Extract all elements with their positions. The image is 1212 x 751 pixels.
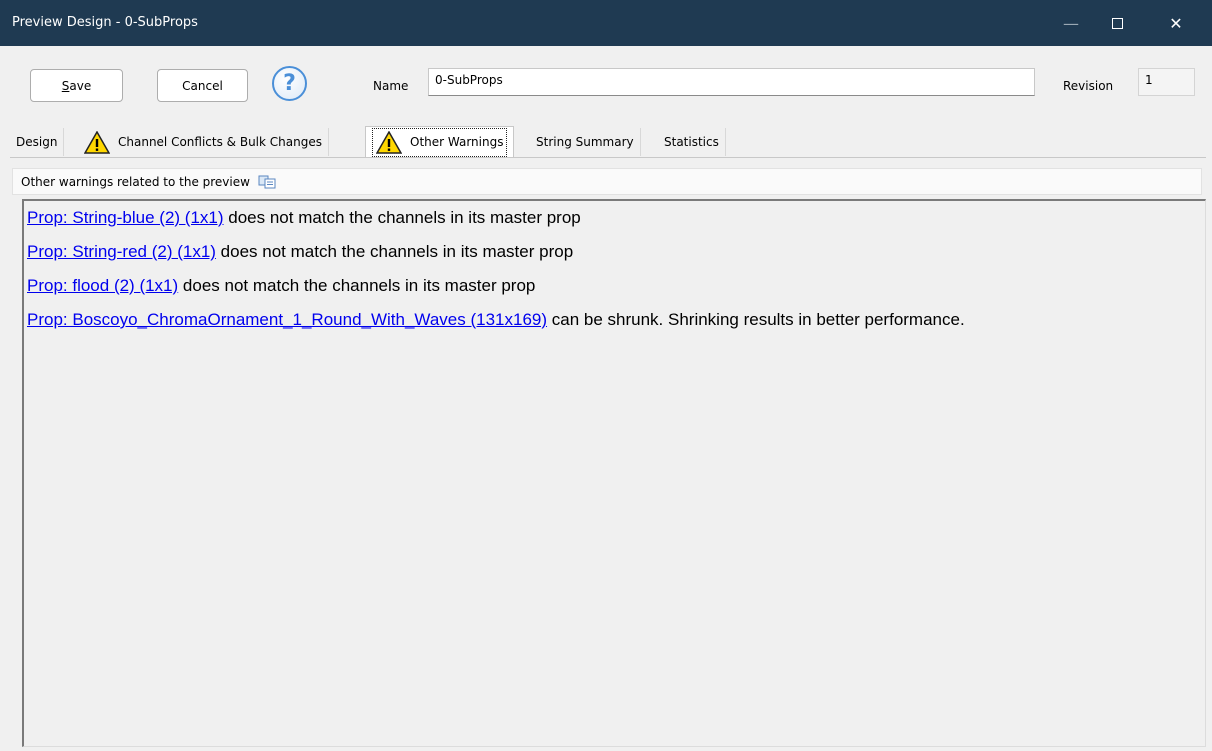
- tab-channel-conflicts[interactable]: Channel Conflicts & Bulk Changes: [78, 128, 329, 156]
- minimize-icon: —: [1063, 13, 1079, 33]
- tab-string-summary-label: String Summary: [536, 135, 634, 149]
- name-label: Name: [373, 79, 409, 93]
- warning-item: Prop: String-blue (2) (1x1) does not mat…: [24, 203, 1205, 237]
- cancel-button-label: Cancel: [182, 78, 223, 93]
- window-title: Preview Design - 0-SubProps: [12, 15, 198, 30]
- warning-item: Prop: Boscoyo_ChromaOrnament_1_Round_Wit…: [24, 305, 1205, 339]
- copy-icon[interactable]: [258, 175, 276, 189]
- revision-field[interactable]: 1: [1138, 68, 1195, 96]
- cancel-button[interactable]: Cancel: [157, 69, 248, 102]
- tab-string-summary[interactable]: String Summary: [530, 128, 641, 156]
- name-field[interactable]: 0-SubProps: [428, 68, 1035, 96]
- warning-text: does not match the channels in its maste…: [215, 242, 574, 261]
- tab-design-label: Design: [16, 135, 58, 149]
- warning-icon: [376, 130, 402, 154]
- tab-channel-conflicts-label: Channel Conflicts & Bulk Changes: [118, 135, 322, 149]
- name-field-value: 0-SubProps: [435, 73, 503, 87]
- warning-link[interactable]: Prop: String-red (2) (1x1): [27, 242, 216, 261]
- maximize-button[interactable]: [1094, 0, 1140, 46]
- maximize-icon: [1111, 17, 1123, 29]
- warning-link[interactable]: Prop: flood (2) (1x1): [27, 276, 178, 295]
- save-button[interactable]: Save: [30, 69, 123, 102]
- tab-design[interactable]: Design: [10, 128, 65, 156]
- warning-text: can be shrunk. Shrinking results in bett…: [547, 310, 965, 329]
- warning-item: Prop: String-red (2) (1x1) does not matc…: [24, 237, 1205, 271]
- tab-statistics-label: Statistics: [664, 135, 719, 149]
- warning-text: does not match the channels in its maste…: [178, 276, 536, 295]
- tab-other-warnings[interactable]: Other Warnings: [365, 126, 515, 157]
- minimize-button[interactable]: —: [1048, 0, 1094, 46]
- warning-text: does not match the channels in its maste…: [223, 208, 581, 227]
- revision-field-value: 1: [1145, 73, 1153, 87]
- info-text: Other warnings related to the preview: [21, 174, 250, 189]
- help-icon: ?: [283, 71, 296, 96]
- tab-focus-ring: Other Warnings: [372, 127, 508, 157]
- save-button-label: Save: [61, 78, 92, 93]
- tab-other-warnings-label: Other Warnings: [410, 135, 504, 149]
- help-button[interactable]: ?: [272, 66, 307, 101]
- warnings-list: Prop: String-blue (2) (1x1) does not mat…: [22, 199, 1206, 747]
- warning-item: Prop: flood (2) (1x1) does not match the…: [24, 271, 1205, 305]
- close-icon: ✕: [1169, 13, 1183, 33]
- warning-link[interactable]: Prop: String-blue (2) (1x1): [27, 208, 224, 227]
- close-button[interactable]: ✕: [1140, 0, 1212, 46]
- revision-label: Revision: [1063, 79, 1114, 93]
- warning-link[interactable]: Prop: Boscoyo_ChromaOrnament_1_Round_Wit…: [27, 310, 547, 329]
- info-bar: Other warnings related to the preview: [12, 168, 1202, 195]
- tab-statistics[interactable]: Statistics: [658, 128, 726, 156]
- warning-icon: [84, 130, 110, 154]
- title-bar: Preview Design - 0-SubProps — ✕: [0, 0, 1212, 46]
